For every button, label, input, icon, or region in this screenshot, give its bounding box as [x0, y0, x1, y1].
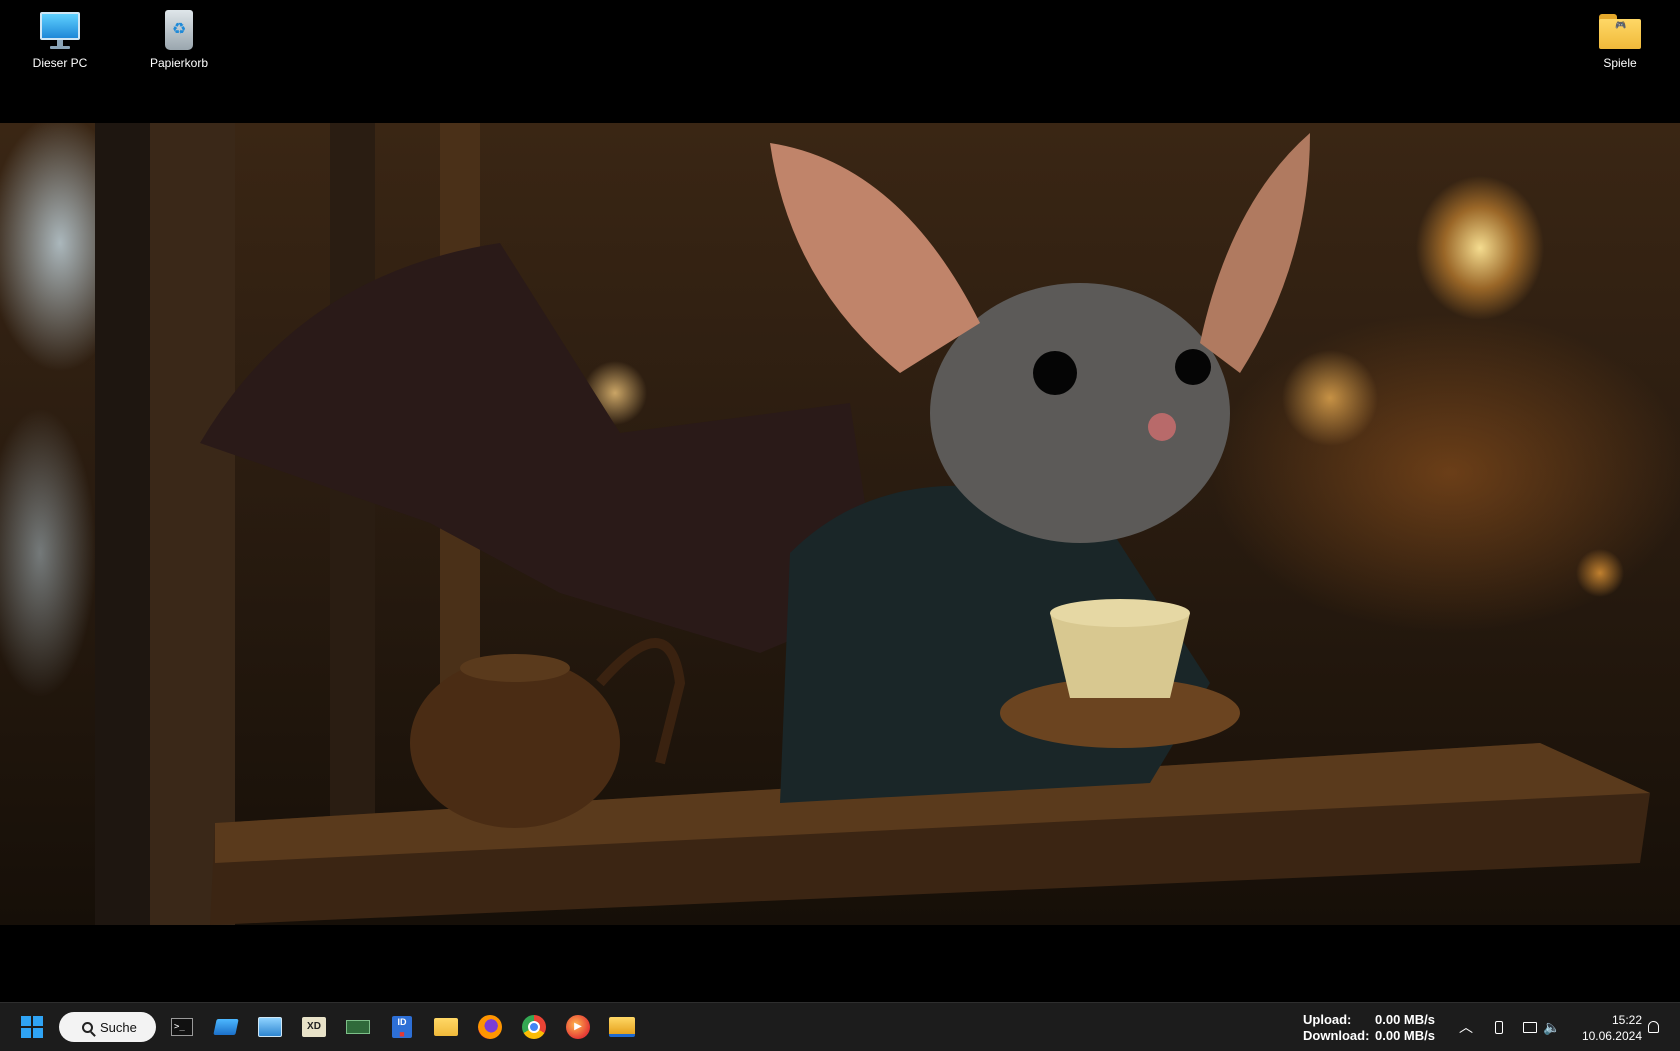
window-app-icon — [213, 1019, 239, 1035]
search-icon — [82, 1021, 93, 1033]
tray-chevron-up-icon[interactable]: ︿ — [1457, 1018, 1475, 1036]
notification-bell-icon[interactable] — [1644, 1018, 1662, 1036]
xd-app-icon: XD — [302, 1017, 326, 1037]
taskbar-ram-monitor[interactable] — [342, 1011, 374, 1043]
recycle-bin-icon: ♻ — [157, 8, 201, 52]
desktop-icon-label: Spiele — [1603, 56, 1637, 70]
tray-usb-icon[interactable] — [1490, 1018, 1508, 1036]
upload-value: 0.00 MB/s — [1375, 1012, 1435, 1027]
clock-time: 15:22 — [1611, 1013, 1642, 1027]
taskbar-window-app[interactable] — [210, 1011, 242, 1043]
desktop-icon-this-pc[interactable]: Dieser PC — [15, 0, 105, 70]
ram-monitor-icon — [346, 1020, 370, 1034]
tray-volume-icon[interactable]: 🔈 — [1543, 1018, 1561, 1036]
taskbar-chrome[interactable] — [518, 1011, 550, 1043]
taskbar-search[interactable]: Suche — [59, 1012, 156, 1042]
taskbar-media-player[interactable]: ▶ — [562, 1011, 594, 1043]
folder-app-icon — [609, 1017, 635, 1037]
chrome-icon — [522, 1015, 546, 1039]
upload-label: Upload: — [1303, 1012, 1352, 1027]
wallpaper-bat-drinking-tea — [0, 123, 1680, 925]
desktop-icon-games-folder[interactable]: 🎮 Spiele — [1575, 0, 1665, 70]
download-value: 0.00 MB/s — [1375, 1028, 1435, 1043]
taskbar-file-explorer[interactable] — [430, 1011, 462, 1043]
taskbar-id-app[interactable]: ID ■ — [386, 1011, 418, 1043]
firefox-icon — [478, 1015, 502, 1039]
id-app-icon: ID ■ — [392, 1016, 412, 1039]
desktop-icon-recycle-bin[interactable]: ♻ Papierkorb — [134, 0, 224, 70]
monitor-icon — [38, 8, 82, 52]
desktop-icon-label: Papierkorb — [149, 56, 209, 70]
taskbar-xd-app[interactable]: XD — [298, 1011, 330, 1043]
taskbar-folder-app[interactable] — [606, 1011, 638, 1043]
file-explorer-icon — [434, 1018, 458, 1036]
clock-date: 10.06.2024 — [1581, 1029, 1642, 1043]
download-label: Download: — [1303, 1028, 1370, 1043]
taskbar-terminal[interactable]: >_ — [166, 1011, 198, 1043]
desktop-icon-label: Dieser PC — [32, 56, 88, 70]
windows-logo-icon — [21, 1016, 43, 1038]
terminal-icon: >_ — [171, 1018, 193, 1036]
taskbar-firefox[interactable] — [474, 1011, 506, 1043]
media-player-icon: ▶ — [566, 1015, 590, 1039]
start-button[interactable] — [16, 1011, 48, 1043]
taskbar-control-panel[interactable] — [254, 1011, 286, 1043]
search-label: Suche — [100, 1019, 137, 1035]
taskbar-clock[interactable]: 15:22 10.06.2024 — [1570, 1012, 1642, 1044]
tray-network-icon[interactable] — [1521, 1018, 1539, 1036]
control-panel-icon — [258, 1017, 282, 1037]
desktop: Dieser PC ♻ Papierkorb 🎮 Spiele — [0, 0, 1680, 1000]
taskbar: Suche >_ XD ID ■ ▶ Upload: 0.00 MB/s Dow… — [0, 1002, 1680, 1051]
network-speed-widget[interactable]: Upload: 0.00 MB/s Download: 0.00 MB/s — [1303, 1012, 1435, 1044]
folder-icon: 🎮 — [1598, 8, 1642, 52]
